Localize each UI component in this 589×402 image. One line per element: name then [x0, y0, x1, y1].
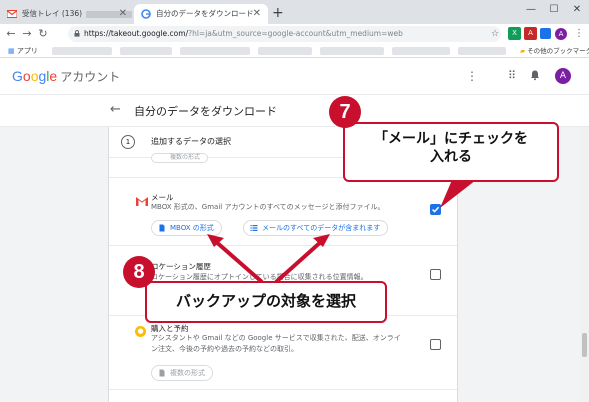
bookmark-apps[interactable]: ▦ アプリ — [8, 45, 38, 57]
all-mail-data-button[interactable]: メールのすべてのデータが含まれます — [243, 220, 389, 236]
document-icon — [159, 224, 165, 232]
new-tab-button[interactable]: + — [272, 4, 284, 22]
mail-checkbox[interactable] — [430, 204, 441, 215]
browser-tab-strip: 受信トレイ (136) ✕ 自分のデータをダウンロード ✕ + — ☐ ✕ — [0, 0, 589, 24]
step-badge-8: 8 — [123, 256, 155, 288]
scrollbar-thumb[interactable] — [582, 333, 587, 357]
google-account-logo[interactable]: Google アカウント — [12, 68, 120, 85]
document-icon — [159, 369, 165, 377]
tab-inbox[interactable]: 受信トレイ (136) ✕ — [0, 4, 134, 24]
service-name-location: ロケーション履歴 — [151, 262, 211, 271]
account-avatar[interactable]: A — [555, 68, 571, 84]
apps-grid-icon[interactable]: ⠿ — [505, 69, 519, 83]
divider — [109, 389, 457, 390]
back-arrow-icon[interactable]: ← — [4, 25, 18, 43]
reload-icon[interactable]: ↻ — [36, 25, 50, 43]
logo-letter: e — [49, 68, 58, 84]
redacted-bookmark — [392, 47, 450, 55]
lock-icon — [74, 30, 80, 37]
close-tab-icon[interactable]: ✕ — [253, 4, 261, 24]
redacted-bookmark — [120, 47, 172, 55]
redacted-bookmark — [320, 47, 384, 55]
google-favicon-icon — [141, 9, 151, 19]
redacted-bookmark — [52, 47, 112, 55]
url-host: https://takeout.google.com/ — [84, 29, 189, 38]
format-chip[interactable]: 複数の形式 — [151, 153, 209, 163]
bell-shape — [531, 70, 539, 81]
close-tab-icon[interactable]: ✕ — [119, 4, 127, 24]
divider — [109, 245, 457, 246]
arrow-left-icon[interactable]: ← — [110, 102, 121, 117]
gmail-icon — [136, 197, 148, 206]
page-title: 自分のデータをダウンロード — [134, 105, 277, 118]
url-query: ?hl=ja&utm_source=google-account&utm_med… — [188, 29, 403, 38]
service-description-purchases-line2: ン注文、今後の予約や過去の予約などの取引。 — [151, 345, 298, 353]
redacted-bookmark — [258, 47, 312, 55]
scrollbar-track[interactable] — [580, 127, 589, 402]
annotation-callout-7: 「メール」にチェックを 入れる — [343, 122, 559, 182]
bell-icon[interactable] — [528, 69, 542, 83]
checkmark-icon — [431, 206, 440, 213]
apps-grid-icon: ▦ — [8, 47, 15, 55]
callout7-line1: 「メール」にチェックを — [374, 131, 528, 147]
extension-icon[interactable]: A — [524, 27, 537, 40]
bookmarks-bar: ▦ アプリ ▰ その他のブックマーク — [0, 44, 589, 58]
maximize-icon[interactable]: ☐ — [543, 0, 565, 22]
annotation-callout-8: バックアップの対象を選択 — [145, 281, 387, 323]
forward-arrow-icon[interactable]: → — [20, 25, 34, 43]
profile-avatar-icon[interactable]: A — [555, 28, 567, 40]
callout7-line2: 入れる — [430, 149, 472, 165]
service-description-purchases-line1: アシスタントや Gmail などの Google サービスで収集された、配送、オ… — [151, 334, 401, 342]
extension-icon[interactable] — [540, 28, 551, 39]
star-icon[interactable]: ☆ — [488, 25, 502, 43]
folder-icon: ▰ — [520, 47, 525, 55]
browser-menu-icon[interactable]: ⋮ — [572, 25, 586, 43]
step-number: 1 — [121, 135, 135, 149]
tab-inbox-label: 受信トレイ (136) — [22, 9, 83, 18]
logo-letter: G — [12, 68, 23, 84]
purchases-checkbox[interactable] — [430, 339, 441, 350]
bookmark-other[interactable]: ▰ その他のブックマーク — [520, 45, 589, 57]
browser-toolbar: ← → ↻ https://takeout.google.com/?hl=ja&… — [0, 24, 589, 44]
gmail-favicon-icon — [7, 10, 17, 18]
list-icon — [250, 225, 258, 231]
address-bar[interactable]: https://takeout.google.com/?hl=ja&utm_so… — [68, 26, 501, 42]
logo-letter: o — [22, 68, 31, 84]
format-chip[interactable]: 複数の形式 — [151, 365, 213, 381]
step-label: 追加するデータの選択 — [151, 137, 231, 146]
app-header: Google アカウント ⋮ ⠿ A — [0, 59, 589, 95]
minimize-icon[interactable]: — — [520, 0, 542, 22]
tab-takeout[interactable]: 自分のデータをダウンロード ✕ — [134, 4, 268, 24]
account-label: アカウント — [60, 70, 121, 84]
redacted-bookmark — [180, 47, 250, 55]
shopping-tag-icon: ● — [135, 326, 146, 337]
more-vert-icon[interactable]: ⋮ — [465, 69, 479, 83]
step-badge-7: 7 — [329, 96, 361, 128]
window-close-icon[interactable]: ✕ — [566, 0, 588, 22]
screenshot-root: 受信トレイ (136) ✕ 自分のデータをダウンロード ✕ + — ☐ ✕ ← … — [0, 0, 589, 402]
redacted-bookmark — [458, 47, 506, 55]
extension-icon[interactable]: X — [508, 27, 521, 40]
location-checkbox[interactable] — [430, 269, 441, 280]
callout8-text: バックアップの対象を選択 — [175, 292, 356, 310]
tab-takeout-label: 自分のデータをダウンロード — [156, 9, 254, 18]
service-description-mail: MBOX 形式の、Gmail アカウントのすべてのメッセージと添付ファイル。 — [151, 203, 385, 211]
mbox-format-button[interactable]: MBOX の形式 — [151, 220, 222, 236]
